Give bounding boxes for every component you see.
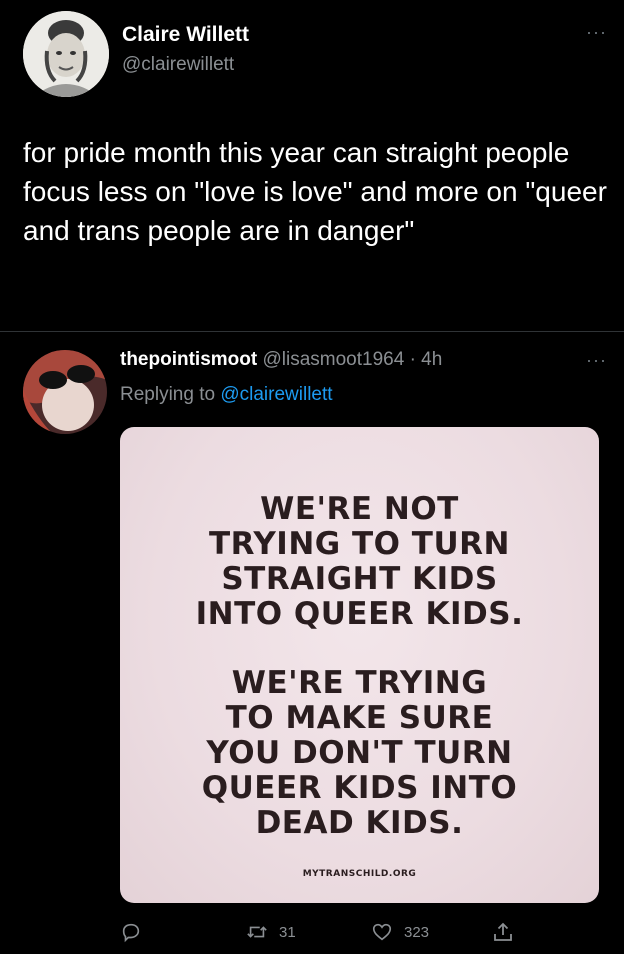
more-icon[interactable]: ···	[586, 22, 607, 43]
poster-line: DEAD KIDS.	[255, 805, 464, 841]
poster-block-a: WE'RE NOT TRYING TO TURN STRAIGHT KIDS I…	[120, 492, 599, 632]
poster-line: TRYING TO TURN	[209, 526, 510, 562]
poster-line: WE'RE TRYING	[231, 665, 488, 701]
heart-icon	[372, 923, 392, 941]
poster-line: YOU DON'T TURN	[206, 735, 513, 771]
reply-button[interactable]	[120, 921, 142, 943]
poster-line: WE'RE NOT	[260, 491, 459, 527]
like-count: 323	[404, 923, 430, 941]
author-handle[interactable]: @clairewillett	[122, 54, 234, 76]
replying-to: Replying to @clairewillett	[120, 384, 333, 406]
replying-handle-link[interactable]: @clairewillett	[220, 384, 332, 405]
tweet-text: for pride month this year can straight p…	[23, 137, 607, 246]
retweet-count: 31	[279, 923, 296, 941]
reply-more-icon[interactable]: ···	[586, 350, 607, 371]
reply-time[interactable]: · 4h	[410, 349, 443, 370]
divider	[0, 331, 624, 332]
author-name[interactable]: Claire Willett	[122, 23, 249, 47]
retweet-icon	[247, 926, 267, 938]
poster-line: STRAIGHT KIDS	[221, 561, 498, 597]
reply-icon	[122, 923, 140, 943]
reply-author-name[interactable]: thepointismoot	[120, 349, 257, 370]
poster-line: INTO QUEER KIDS.	[195, 596, 524, 632]
reply-image[interactable]: WE'RE NOT TRYING TO TURN STRAIGHT KIDS I…	[120, 427, 599, 903]
poster-line: TO MAKE SURE	[225, 700, 494, 736]
retweet-button[interactable]: 31	[245, 921, 296, 943]
reply-author-handle[interactable]: @lisasmoot1964	[262, 349, 404, 370]
poster-block-b: WE'RE TRYING TO MAKE SURE YOU DON'T TURN…	[120, 666, 599, 841]
reply-header: thepointismoot @lisasmoot1964 · 4h	[120, 349, 442, 371]
poster-line: QUEER KIDS INTO	[201, 770, 518, 806]
replying-prefix: Replying to	[120, 384, 216, 405]
share-icon	[494, 922, 512, 941]
share-button[interactable]	[491, 920, 515, 944]
author-avatar[interactable]	[23, 11, 109, 97]
poster-site: MYTRANSCHILD.ORG	[302, 869, 417, 879]
reply-author-avatar[interactable]	[23, 350, 107, 434]
like-button[interactable]: 323	[370, 921, 429, 943]
